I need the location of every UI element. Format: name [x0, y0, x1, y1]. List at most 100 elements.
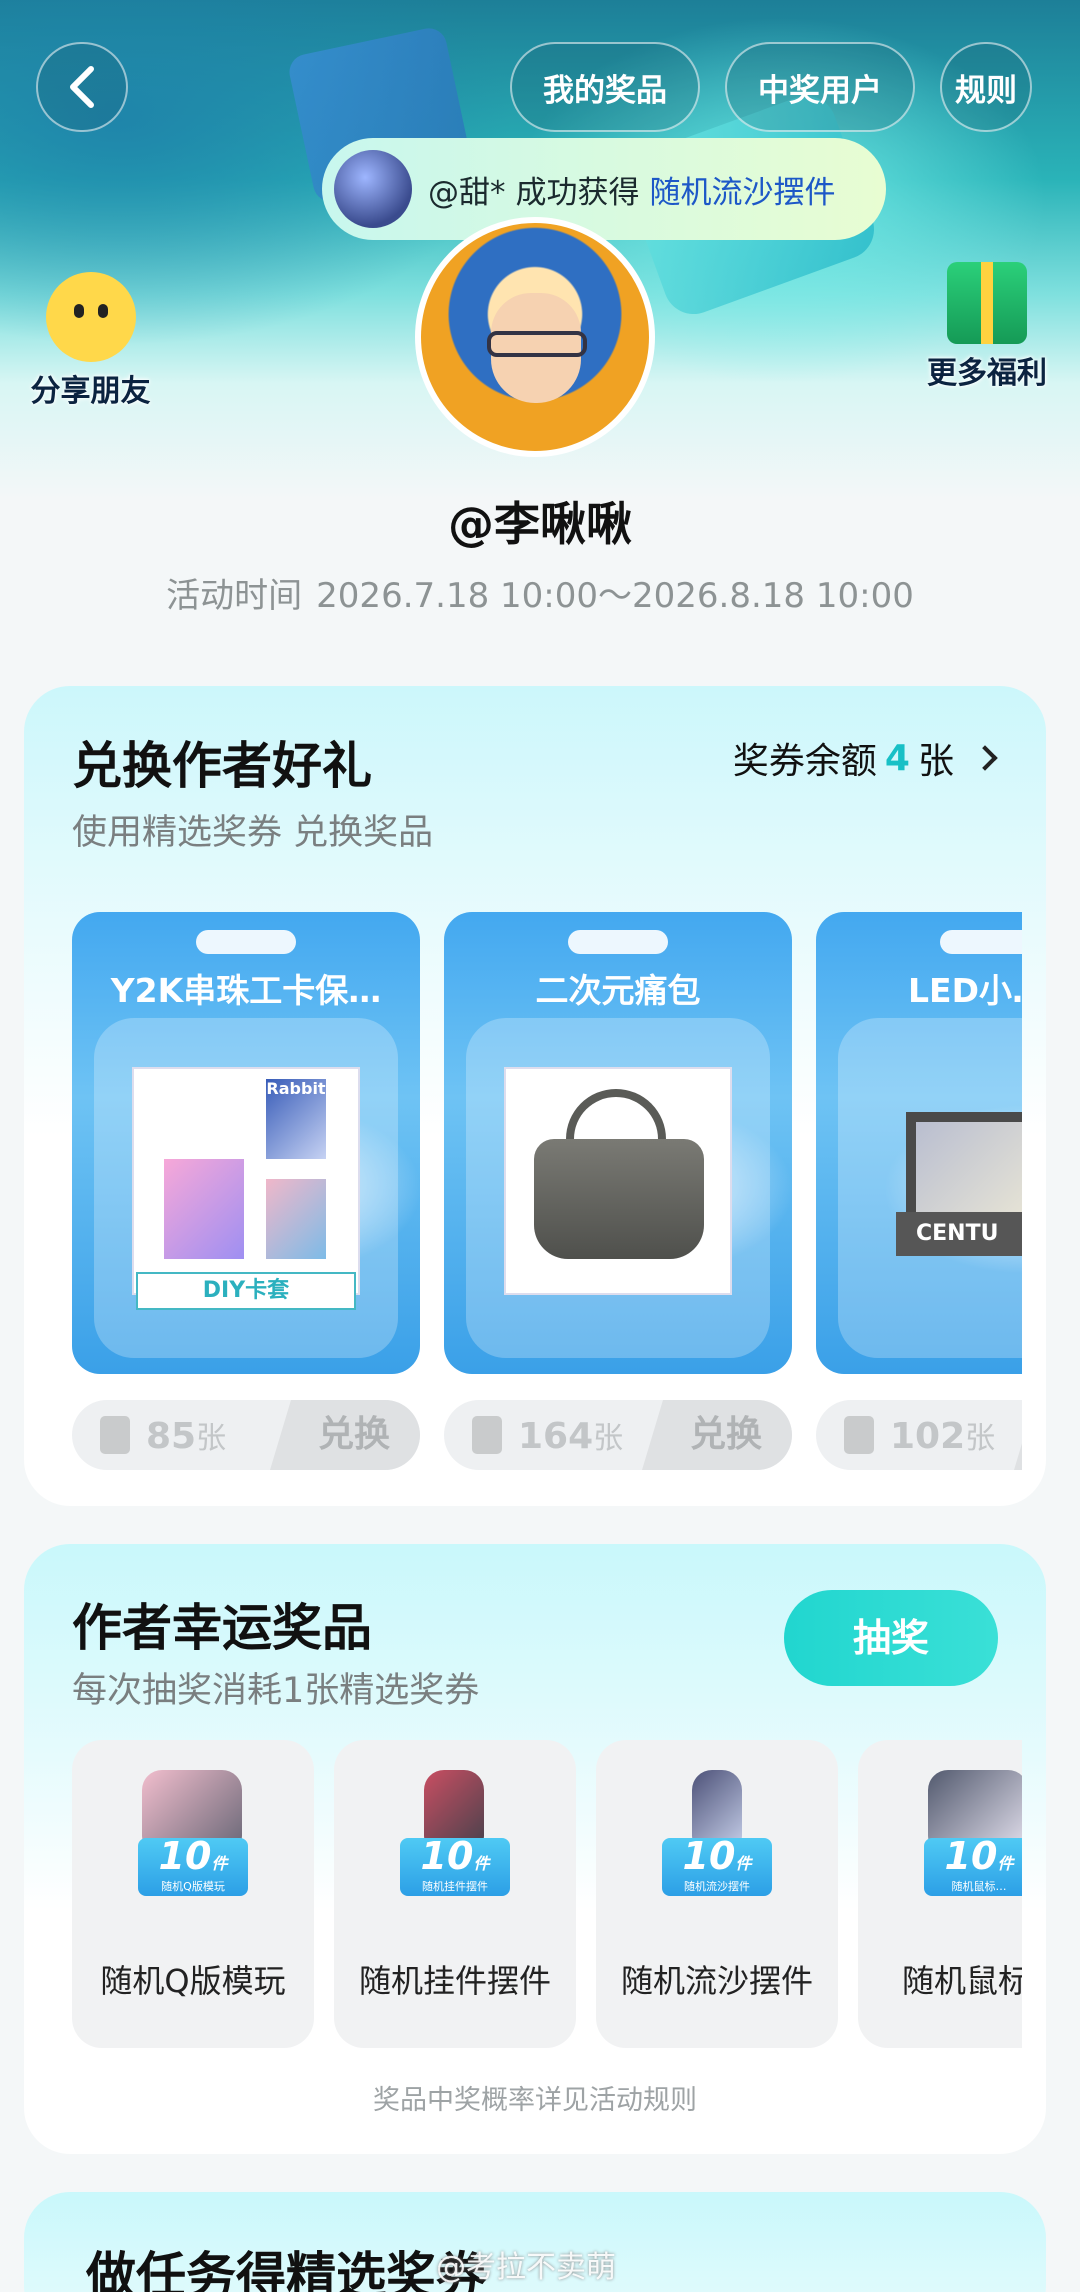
redeem-item-card[interactable]: LED小… CENTU — [816, 912, 1022, 1374]
redeem-carousel[interactable]: Y2K串珠工卡保… Rabbit DIY卡套 85张 兑换 二次元痛包 164张… — [72, 912, 1022, 1482]
ticket-cost-unit: 张 — [593, 1421, 624, 1456]
ticket-cost: 164张 — [518, 1413, 623, 1457]
quantity-badge: 10件 随机Q版模玩 — [138, 1834, 248, 1896]
redeem-item-name: Y2K串珠工卡保… — [110, 971, 382, 1010]
redeem-item[interactable]: Y2K串珠工卡保… Rabbit DIY卡套 85张 兑换 — [72, 912, 420, 1470]
badge-count: 10 — [158, 1834, 212, 1878]
ticket-icon — [472, 1416, 502, 1454]
draw-button[interactable]: 抽奖 — [784, 1590, 998, 1686]
ticket-cost-unit: 张 — [196, 1421, 227, 1456]
monitor-base-text: CENTU — [896, 1212, 1022, 1256]
redeem-section: 兑换作者好礼 使用精选奖券 兑换奖品 奖券余额 4 张 Y2K串珠工卡保… Ra… — [24, 686, 1046, 1506]
ticket-balance[interactable]: 奖券余额 4 张 — [732, 732, 998, 784]
author-avatar[interactable] — [415, 217, 655, 457]
author-username: @李啾啾 — [448, 497, 632, 551]
led-monitor-image — [906, 1112, 1022, 1222]
tasks-title: 做任务得精选奖券 — [86, 2247, 486, 2292]
hang-tab — [568, 930, 668, 954]
redeem-bar: 164张 兑换 — [444, 1400, 792, 1470]
winner-ticker: @甜* 成功获得 随机流沙摆件 — [322, 138, 886, 240]
ticket-cost: 85张 — [146, 1413, 226, 1457]
balance-count: 4 — [884, 737, 910, 779]
product-image: Rabbit — [132, 1067, 360, 1295]
lucky-carousel[interactable]: 10件 随机Q版模玩 随机Q版模玩 10件 随机挂件摆件 随机挂件摆件 10件 随机流… — [72, 1740, 1022, 2052]
badge-unit: 件 — [997, 1854, 1014, 1873]
redeem-button[interactable]: 兑换 — [1014, 1400, 1022, 1470]
winners-button[interactable]: 中奖用户 — [725, 42, 915, 132]
redeem-item-card[interactable]: Y2K串珠工卡保… Rabbit DIY卡套 — [72, 912, 420, 1374]
quantity-badge: 10件随机挂件摆件 — [400, 1834, 510, 1896]
chevron-left-icon — [70, 66, 94, 108]
ticket-icon — [844, 1416, 874, 1454]
activity-period: 活动时间 2026.7.18 10:00～2026.8.18 10:00 — [0, 568, 1080, 617]
redeem-bar: 85张 兑换 — [72, 1400, 420, 1470]
redeem-item[interactable]: LED小… CENTU 102张 兑换 — [816, 912, 1022, 1470]
avatar-glasses — [487, 331, 587, 357]
chevron-right-icon — [972, 745, 998, 771]
badge-count: 10 — [944, 1834, 998, 1878]
card-sleeve-image — [266, 1179, 326, 1259]
prize-name: 随机Q版模玩 — [100, 1962, 286, 2000]
product-image — [504, 1067, 732, 1295]
card-sleeve-image: Rabbit — [266, 1079, 326, 1159]
badge-unit: 件 — [735, 1854, 752, 1873]
redeem-item-name: 二次元痛包 — [535, 971, 701, 1010]
share-friends-label: 分享朋友 — [30, 374, 151, 409]
lucky-title: 作者幸运奖品 — [72, 1599, 372, 1657]
rules-button[interactable]: 规则 — [940, 42, 1032, 132]
badge-count: 10 — [682, 1834, 736, 1878]
quantity-badge: 10件随机鼠标… — [924, 1834, 1022, 1896]
redeem-item-name: LED小… — [908, 971, 1022, 1010]
bag-body — [534, 1139, 704, 1259]
lucky-prize-item[interactable]: 10件随机鼠标… 随机鼠标… — [858, 1740, 1022, 2048]
balance-prefix: 奖券余额 — [732, 741, 877, 782]
watermark: @考拉不卖萌 — [436, 2250, 616, 2285]
period-value: 2026.7.18 10:00～2026.8.18 10:00 — [316, 576, 914, 616]
redeem-button[interactable]: 兑换 — [270, 1400, 420, 1470]
lucky-subtitle: 每次抽奖消耗1张精选奖券 — [72, 1671, 480, 1711]
lucky-prize-item[interactable]: 10件随机流沙摆件 随机流沙摆件 — [596, 1740, 838, 2048]
my-prizes-button[interactable]: 我的奖品 — [510, 42, 700, 132]
redeem-item[interactable]: 二次元痛包 164张 兑换 — [444, 912, 792, 1470]
hang-tab — [196, 930, 296, 954]
card-sleeve-image — [164, 1159, 244, 1259]
lucky-prize-item[interactable]: 10件 随机Q版模玩 随机Q版模玩 — [72, 1740, 314, 2048]
prize-name: 随机流沙摆件 — [620, 1962, 813, 2000]
redeem-button[interactable]: 兑换 — [642, 1400, 792, 1470]
lucky-prize-item[interactable]: 10件随机挂件摆件 随机挂件摆件 — [334, 1740, 576, 2048]
badge-subtitle: 随机流沙摆件 — [684, 1880, 750, 1893]
badge-subtitle: 随机挂件摆件 — [422, 1880, 488, 1893]
ticket-cost-value: 164 — [518, 1416, 594, 1457]
redeem-bar: 102张 兑换 — [816, 1400, 1022, 1470]
ticket-cost-unit: 张 — [965, 1421, 996, 1456]
prize-name: 随机挂件摆件 — [358, 1962, 551, 2000]
redeem-title: 兑换作者好礼 — [72, 737, 372, 795]
badge-unit: 件 — [473, 1854, 490, 1873]
prize-name: 随机鼠标… — [902, 1962, 1022, 2000]
period-label: 活动时间 — [166, 576, 303, 616]
more-benefits-label: 更多福利 — [927, 356, 1047, 391]
ticket-icon — [100, 1416, 130, 1454]
ticker-action: 成功获得 — [515, 174, 640, 211]
ticket-cost-value: 85 — [146, 1416, 197, 1457]
badge-count: 10 — [420, 1834, 474, 1878]
balance-unit: 张 — [917, 741, 954, 782]
more-benefits-shortcut[interactable]: 更多福利 — [912, 262, 1062, 392]
hang-tab — [940, 930, 1022, 954]
lucky-section: 作者幸运奖品 每次抽奖消耗1张精选奖券 抽奖 10件 随机Q版模玩 随机Q版模玩 … — [24, 1544, 1046, 2154]
probability-note: 奖品中奖概率详见活动规则 — [373, 2085, 697, 2116]
product-photo-text: Rabbit — [266, 1079, 326, 1098]
ticket-cost: 102张 — [890, 1413, 995, 1457]
ticker-avatar — [334, 150, 412, 228]
diy-tag: DIY卡套 — [136, 1272, 356, 1310]
ticker-prize: 随机流沙摆件 — [649, 174, 836, 211]
ticket-cost-value: 102 — [890, 1416, 966, 1457]
redeem-item-card[interactable]: 二次元痛包 — [444, 912, 792, 1374]
badge-subtitle: 随机Q版模玩 — [161, 1880, 225, 1893]
share-friends-shortcut[interactable]: 分享朋友 — [18, 272, 163, 410]
quantity-badge: 10件随机流沙摆件 — [662, 1834, 772, 1896]
badge-subtitle: 随机鼠标… — [951, 1880, 1007, 1893]
back-button[interactable] — [36, 42, 128, 132]
ticker-user: @甜* — [428, 174, 506, 211]
gift-box-icon — [947, 262, 1027, 344]
